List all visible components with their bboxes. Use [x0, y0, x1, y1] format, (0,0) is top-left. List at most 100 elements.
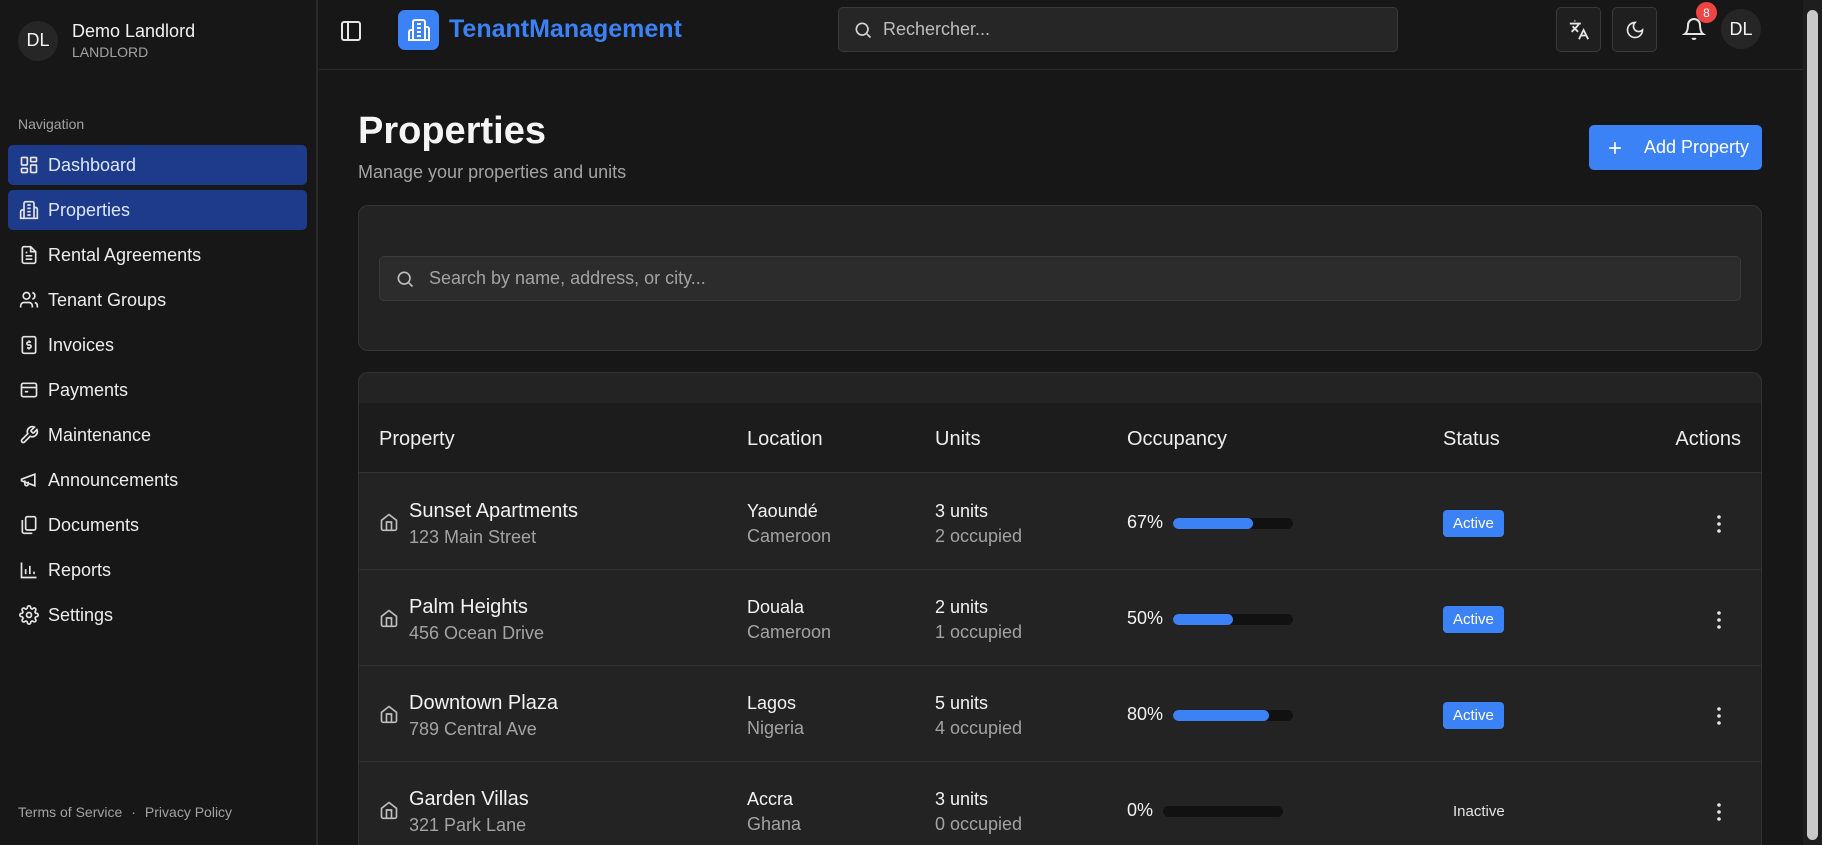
sidebar-item-reports[interactable]: Reports — [8, 550, 307, 590]
sidebar-item-documents[interactable]: Documents — [8, 505, 307, 545]
property-address: 321 Park Lane — [409, 815, 527, 835]
property-city: Yaoundé — [747, 501, 818, 521]
translate-icon — [1568, 19, 1590, 41]
home-icon — [379, 704, 399, 724]
property-city: Douala — [747, 597, 805, 617]
occupancy-bar — [1163, 806, 1283, 817]
table-row[interactable]: Sunset Apartments 123 Main Street Yaound… — [359, 474, 1761, 570]
property-occupied: 1 occupied — [935, 622, 1023, 642]
property-search-input[interactable] — [429, 268, 1729, 289]
occupancy-bar-fill — [1173, 614, 1233, 625]
occupancy-bar — [1173, 614, 1293, 625]
property-occupied: 2 occupied — [935, 526, 1023, 546]
footer-separator: · — [131, 804, 136, 820]
property-country: Cameroon — [747, 622, 832, 642]
sidebar-item-settings[interactable]: Settings — [8, 595, 307, 635]
property-units: 2 units — [935, 597, 989, 617]
sidebar-item-announcements[interactable]: Announcements — [8, 460, 307, 500]
status-badge: Active — [1443, 606, 1504, 633]
gear-icon — [19, 605, 39, 625]
home-icon — [379, 512, 399, 532]
property-country: Ghana — [747, 814, 802, 834]
language-button[interactable] — [1556, 7, 1601, 52]
sidebar-footer: Terms of Service · Privacy Policy — [18, 804, 232, 820]
property-city: Accra — [747, 789, 794, 809]
theme-toggle-button[interactable] — [1612, 7, 1657, 52]
terms-link[interactable]: Terms of Service — [18, 804, 122, 820]
user-name: Demo Landlord — [72, 21, 196, 41]
occupancy-percent: 67% — [1127, 512, 1164, 532]
occupancy-percent: 0% — [1127, 800, 1154, 820]
search-icon — [395, 269, 415, 289]
user-role: LANDLORD — [72, 44, 149, 60]
app-logo-icon[interactable] — [398, 10, 439, 50]
add-property-button[interactable]: Add Property — [1589, 125, 1762, 170]
header-avatar[interactable]: DL — [1721, 9, 1761, 49]
top-header: TenantManagement 8 DL — [319, 0, 1803, 70]
app-name[interactable]: TenantManagement — [449, 15, 682, 44]
global-search-input[interactable] — [883, 19, 1363, 40]
sidebar-item-invoices[interactable]: Invoices — [8, 325, 307, 365]
property-address: 789 Central Ave — [409, 719, 537, 739]
dollar-receipt-icon — [19, 335, 39, 355]
megaphone-icon — [19, 470, 39, 490]
sidebar-toggle-icon[interactable] — [339, 19, 363, 43]
occupancy-bar-fill — [1173, 518, 1254, 529]
bar-chart-icon — [19, 560, 39, 580]
column-header-units: Units — [935, 428, 981, 450]
page-title: Properties — [358, 110, 546, 152]
sidebar-item-maintenance[interactable]: Maintenance — [8, 415, 307, 455]
more-vertical-icon[interactable] — [1707, 512, 1731, 536]
sidebar-item-label: Settings — [48, 604, 114, 625]
more-vertical-icon[interactable] — [1707, 608, 1731, 632]
more-vertical-icon[interactable] — [1707, 704, 1731, 728]
table-row[interactable]: Downtown Plaza 789 Central Ave Lagos Nig… — [359, 666, 1761, 762]
privacy-link[interactable]: Privacy Policy — [145, 804, 232, 820]
properties-table: Property Location Units Occupancy Status… — [358, 372, 1762, 845]
user-info: Demo Landlord LANDLORD — [72, 20, 195, 61]
column-header-property: Property — [379, 428, 455, 450]
avatar[interactable]: DL — [18, 20, 58, 61]
property-name[interactable]: Garden Villas — [409, 788, 529, 811]
status-badge: Active — [1443, 702, 1504, 729]
scrollbar-thumb[interactable] — [1807, 10, 1818, 840]
sidebar-item-dashboard[interactable]: Dashboard — [8, 145, 307, 185]
home-icon — [379, 800, 399, 820]
column-header-occupancy: Occupancy — [1127, 428, 1228, 450]
sidebar-item-label: Tenant Groups — [48, 289, 167, 310]
property-name[interactable]: Sunset Apartments — [409, 500, 578, 523]
property-name[interactable]: Palm Heights — [409, 596, 528, 619]
user-block[interactable]: DL Demo Landlord LANDLORD — [18, 20, 195, 61]
sidebar-nav: Dashboard Properties Rental Agreements T… — [8, 145, 307, 640]
column-header-actions: Actions — [1675, 428, 1741, 450]
page-scrollbar[interactable] — [1803, 0, 1822, 845]
search-icon — [853, 20, 873, 40]
occupancy-percent: 80% — [1127, 704, 1164, 724]
sidebar-item-payments[interactable]: Payments — [8, 370, 307, 410]
wrench-icon — [19, 425, 39, 445]
property-country: Nigeria — [747, 718, 805, 738]
status-badge: Active — [1443, 510, 1504, 537]
sidebar-item-properties[interactable]: Properties — [8, 190, 307, 230]
table-row[interactable]: Garden Villas 321 Park Lane Accra Ghana … — [359, 762, 1761, 845]
sidebar-item-label: Properties — [48, 199, 131, 220]
property-units: 3 units — [935, 501, 989, 521]
status-badge: Inactive — [1453, 803, 1505, 820]
sidebar-item-label: Rental Agreements — [48, 244, 202, 265]
page-subtitle: Manage your properties and units — [358, 162, 627, 182]
sidebar-item-label: Dashboard — [48, 154, 137, 175]
property-name[interactable]: Downtown Plaza — [409, 692, 558, 715]
occupancy-bar — [1173, 518, 1293, 529]
property-occupied: 0 occupied — [935, 814, 1023, 834]
home-icon — [379, 608, 399, 628]
wallet-icon — [19, 380, 39, 400]
property-address: 456 Ocean Drive — [409, 623, 545, 643]
users-icon — [19, 290, 39, 310]
sidebar-item-label: Maintenance — [48, 424, 152, 445]
sidebar-item-tenant-groups[interactable]: Tenant Groups — [8, 280, 307, 320]
nav-heading: Navigation — [18, 116, 85, 132]
sidebar-item-label: Reports — [48, 559, 112, 580]
table-row[interactable]: Palm Heights 456 Ocean Drive Douala Came… — [359, 570, 1761, 666]
sidebar-item-rental-agreements[interactable]: Rental Agreements — [8, 235, 307, 275]
more-vertical-icon[interactable] — [1707, 800, 1731, 824]
